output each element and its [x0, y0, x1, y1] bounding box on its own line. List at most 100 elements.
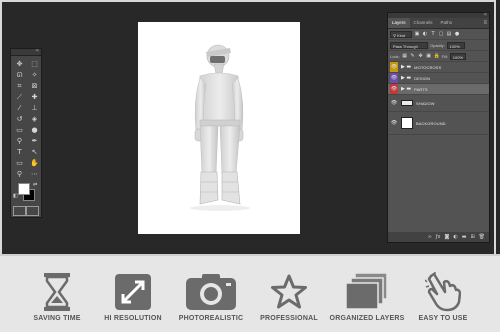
history-brush-tool-icon[interactable]: ↺ [12, 114, 27, 124]
search-icon: ⚲ [393, 32, 396, 38]
layer-thumbnail [401, 117, 413, 129]
adjustment-layer-icon[interactable]: ◐ [453, 234, 457, 240]
toolbox-grip[interactable]: « [11, 47, 41, 56]
magic-wand-tool-icon[interactable]: ✧ [27, 70, 42, 80]
collapse-icon[interactable]: « [35, 47, 39, 54]
gradient-tool-icon[interactable]: ▭ [12, 125, 27, 135]
tab-paths[interactable]: Paths [437, 18, 457, 28]
healing-brush-tool-icon[interactable]: ✚ [27, 92, 42, 102]
motocross-rider-mockup [190, 44, 250, 211]
new-group-icon[interactable]: ▬ [462, 234, 467, 240]
layer-name: SHADOW [416, 100, 435, 106]
feature-hi-resolution: HI RESOLUTION [88, 272, 178, 322]
eye-icon[interactable]: 👁 [390, 112, 398, 134]
eye-icon[interactable]: 👁 [390, 95, 398, 111]
tab-layers[interactable]: Layers [388, 18, 410, 28]
folder-icon: ▶ ▬ [401, 64, 412, 70]
lock-row: Lock: ▦ ✎ ✥ ▣ 🔒 Fill: 100% [388, 51, 489, 62]
move-tool-icon[interactable]: ✥ [12, 59, 27, 69]
layer-name: DESIGN [414, 75, 431, 81]
layer-name: BACKGROUND [416, 120, 446, 126]
brush-tool-icon[interactable]: ⁄ [12, 103, 27, 113]
add-mask-icon[interactable]: ◙ [444, 234, 449, 240]
slice-tool-icon[interactable]: ⊠ [27, 81, 42, 91]
feature-label: EASY TO USE [418, 315, 468, 322]
foreground-color-swatch[interactable] [18, 183, 30, 195]
floor-shadow [190, 205, 250, 211]
layer-style-icon[interactable]: ƒx [436, 234, 441, 240]
eye-icon[interactable]: 👁 [390, 73, 398, 83]
collapse-panel-icon[interactable]: « [483, 11, 487, 18]
camera-icon [186, 274, 236, 310]
new-layer-icon[interactable]: ⊞ [470, 234, 474, 240]
link-layers-icon[interactable]: ∞ [428, 234, 432, 240]
zoom-tool-icon[interactable]: ⚲ [12, 169, 27, 179]
eye-icon[interactable]: 👁 [390, 84, 398, 94]
filter-toggle-icon[interactable]: ● [454, 31, 460, 37]
folder-icon: ▶ ▬ [401, 86, 412, 92]
fill-field[interactable]: 100% [449, 52, 466, 60]
lock-pixels-icon[interactable]: ✎ [410, 53, 416, 59]
color-swatches: ◧ ⇄ [11, 181, 41, 205]
opacity-field[interactable]: 100% [446, 41, 465, 49]
blur-tool-icon[interactable]: ● [27, 125, 42, 135]
more-tools-icon[interactable]: ⋯ [27, 169, 42, 179]
layer-row-design[interactable]: 👁 ▶ ▬ DESIGN [388, 73, 489, 84]
stamp-tool-icon[interactable]: ⊥ [27, 103, 42, 113]
path-selection-tool-icon[interactable]: ↖ [27, 147, 42, 157]
pixel-filter-icon[interactable]: ▣ [414, 31, 420, 37]
feature-label: PHOTOREALISTIC [178, 315, 244, 322]
layer-row-background[interactable]: 👁 BACKGROUND [388, 112, 489, 135]
blend-mode-select[interactable]: Pass Through [390, 41, 428, 49]
type-tool-icon[interactable]: T [12, 147, 27, 157]
marquee-tool-icon[interactable]: ⬚ [27, 59, 42, 69]
eyedropper-tool-icon[interactable]: ⟋ [12, 92, 27, 102]
filter-kind-select[interactable]: ⚲ Kind [390, 30, 412, 38]
dodge-tool-icon[interactable]: ⚲ [12, 136, 27, 146]
quick-mask-icon[interactable] [13, 206, 26, 216]
lock-label: Lock: [390, 53, 400, 59]
layer-list: 👁 ▶ ▬ MOTOCROSS 👁 ▶ ▬ DESIGN 👁 ▶ ▬ PARTS… [388, 62, 489, 135]
filter-row: ⚲ Kind ▣ ◐ T ▢ ▤ ● [388, 29, 489, 40]
document-canvas[interactable] [138, 22, 300, 234]
hourglass-icon [44, 273, 70, 311]
eraser-tool-icon[interactable]: ◈ [27, 114, 42, 124]
lock-position-icon[interactable]: ✥ [418, 53, 424, 59]
stacked-layers-icon [345, 273, 388, 310]
filter-kind-label: Kind [397, 32, 406, 38]
blend-row: Pass Through Opacity: 100% [388, 40, 489, 51]
layer-name: PARTS [414, 86, 428, 92]
star-icon [271, 274, 307, 309]
lock-transparency-icon[interactable]: ▦ [402, 53, 408, 59]
panel-grip[interactable]: « [388, 11, 489, 18]
feature-label: PROFESSIONAL [260, 315, 318, 322]
eye-icon[interactable]: 👁 [390, 62, 398, 72]
shape-filter-icon[interactable]: ▢ [438, 31, 444, 37]
hand-tool-icon[interactable]: ✋ [27, 158, 42, 168]
layer-name: MOTOCROSS [414, 64, 442, 70]
layer-row-parts[interactable]: 👁 ▶ ▬ PARTS [388, 84, 489, 95]
lock-artboard-icon[interactable]: ▣ [426, 53, 432, 59]
pointing-hand-icon [425, 272, 461, 312]
layer-row-shadow[interactable]: 👁 SHADOW [388, 95, 489, 112]
expand-arrows-icon [115, 274, 151, 310]
feature-label: HI RESOLUTION [104, 315, 162, 322]
pen-tool-icon[interactable]: ✒ [27, 136, 42, 146]
crop-tool-icon[interactable]: ⌗ [12, 81, 27, 91]
folder-icon: ▶ ▬ [401, 75, 412, 81]
shape-tool-icon[interactable]: ▭ [12, 158, 27, 168]
panel-menu-icon[interactable]: ≡ [483, 18, 489, 28]
lasso-tool-icon[interactable]: ᘏ [12, 70, 27, 80]
panel-tabs: Layers Channels Paths ≡ [388, 18, 489, 29]
layers-panel: « Layers Channels Paths ≡ ⚲ Kind ▣ ◐ T ▢… [387, 11, 490, 243]
smart-object-filter-icon[interactable]: ▤ [446, 31, 452, 37]
feature-photorealistic: PHOTOREALISTIC [166, 272, 256, 322]
adjustment-filter-icon[interactable]: ◐ [422, 31, 428, 37]
layer-row-motocross[interactable]: 👁 ▶ ▬ MOTOCROSS [388, 62, 489, 73]
lock-all-icon[interactable]: 🔒 [434, 53, 440, 59]
tab-channels[interactable]: Channels [410, 18, 437, 28]
delete-layer-icon[interactable]: 🗑 [479, 234, 485, 240]
swap-colors-icon[interactable]: ⇄ [33, 182, 37, 188]
screen-mode-icon[interactable] [26, 206, 39, 216]
type-filter-icon[interactable]: T [430, 31, 436, 37]
